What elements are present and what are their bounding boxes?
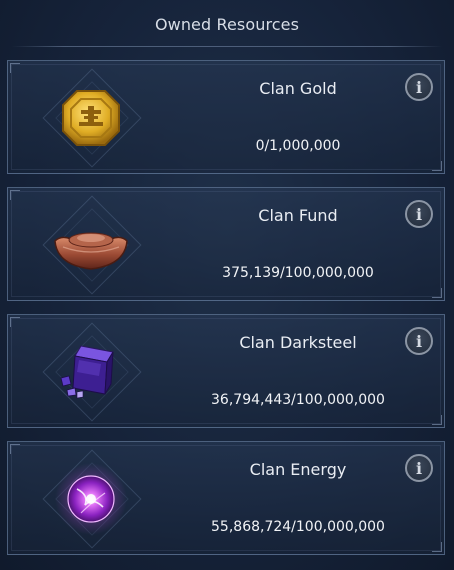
resource-card-clan-darksteel: Clan Darksteel 36,794,443/100,000,000 i — [7, 314, 445, 428]
corner-ornament — [10, 317, 20, 327]
corner-ornament — [10, 444, 20, 454]
info-button-clan-darksteel[interactable]: i — [405, 327, 433, 355]
resource-name: Clan Darksteel — [239, 333, 357, 352]
corner-ornament — [432, 288, 442, 298]
info-button-clan-energy[interactable]: i — [405, 454, 433, 482]
resource-name: Clan Gold — [259, 79, 337, 98]
info-button-clan-gold[interactable]: i — [405, 73, 433, 101]
resource-amount: 36,794,443/100,000,000 — [211, 392, 385, 408]
corner-ornament — [432, 415, 442, 425]
clan-darksteel-cube-icon — [41, 332, 141, 412]
resource-amount: 0/1,000,000 — [255, 138, 341, 154]
info-icon: i — [415, 204, 423, 224]
resources-header: Owned Resources — [0, 0, 454, 48]
corner-ornament — [432, 161, 442, 171]
resource-amount: 375,139/100,000,000 — [222, 265, 374, 281]
resource-name: Clan Fund — [258, 206, 338, 225]
resource-card-clan-fund: Clan Fund 375,139/100,000,000 i — [7, 187, 445, 301]
clan-gold-coin-icon — [41, 78, 141, 158]
resource-card-clan-gold: Clan Gold 0/1,000,000 i — [7, 60, 445, 174]
resource-card-clan-energy: Clan Energy 55,868,724/100,000,000 i — [7, 441, 445, 555]
clan-energy-orb-icon — [41, 459, 141, 539]
corner-ornament — [10, 63, 20, 73]
info-button-clan-fund[interactable]: i — [405, 200, 433, 228]
clan-fund-ingot-icon — [41, 205, 141, 285]
header-divider — [12, 46, 442, 47]
page-title: Owned Resources — [154, 15, 300, 34]
info-icon: i — [415, 458, 423, 478]
corner-ornament — [432, 542, 442, 552]
resource-name: Clan Energy — [249, 460, 347, 479]
resource-amount: 55,868,724/100,000,000 — [211, 519, 385, 535]
corner-ornament — [10, 190, 20, 200]
info-icon: i — [415, 331, 423, 351]
info-icon: i — [415, 77, 423, 97]
